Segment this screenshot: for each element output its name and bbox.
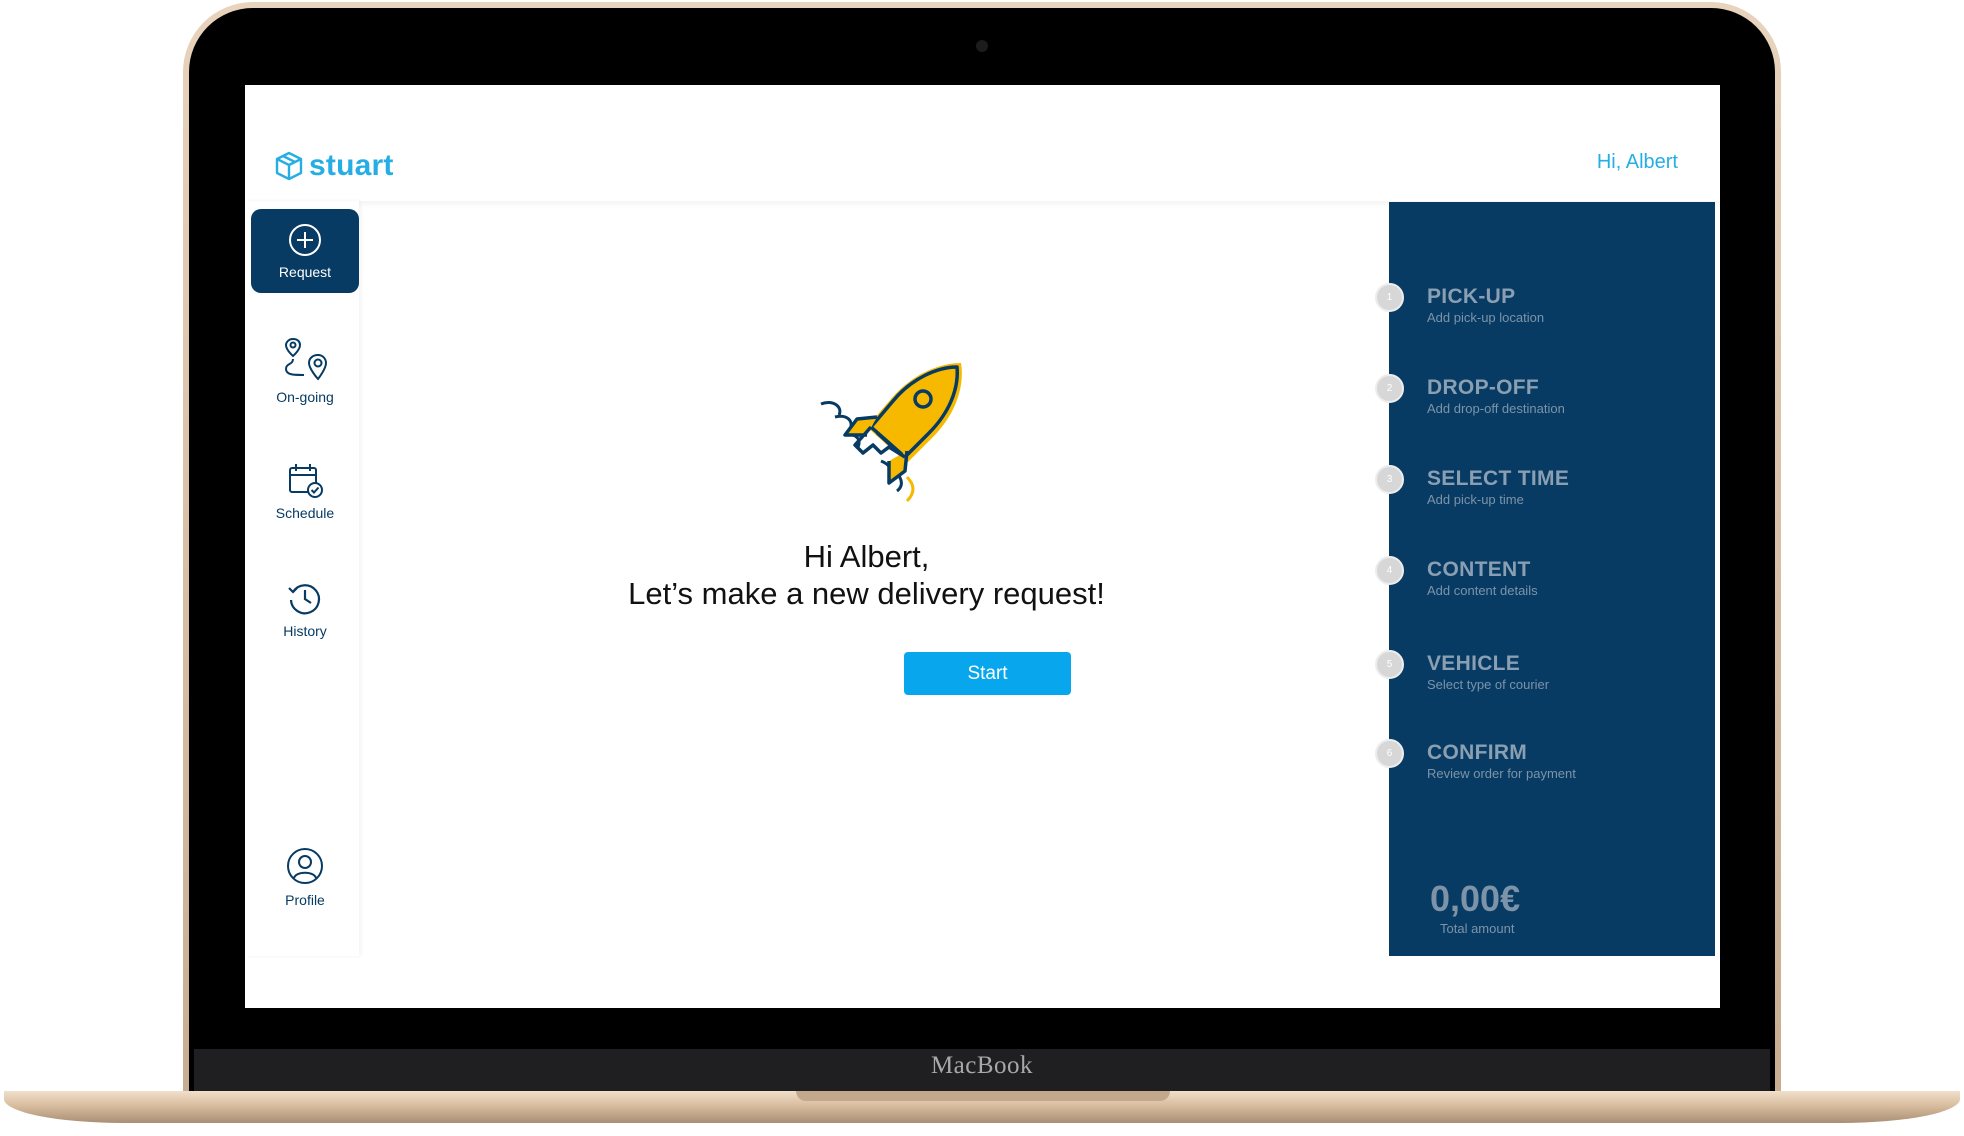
step-number-badge: 3: [1375, 465, 1404, 494]
plus-circle-icon: [289, 224, 321, 256]
brand-name: stuart: [309, 149, 394, 182]
step-subtitle: Add content details: [1427, 583, 1538, 598]
user-profile-icon: [287, 848, 323, 884]
sidebar-item-history[interactable]: History: [251, 567, 359, 651]
step-subtitle: Add drop-off destination: [1427, 401, 1565, 416]
step-number-badge: 5: [1375, 650, 1404, 679]
total-amount-label: Total amount: [1440, 921, 1515, 936]
laptop-notch: [796, 1091, 1170, 1101]
sidebar-item-label: Schedule: [275, 505, 335, 521]
step-number-badge: 2: [1375, 374, 1404, 403]
calendar-check-icon: [289, 464, 323, 498]
device-label: MacBook: [930, 1052, 1034, 1079]
step-number-badge: 1: [1375, 283, 1404, 312]
step-confirm[interactable]: 6 CONFIRM Review order for payment: [1375, 739, 1695, 789]
top-bar: stuart Hi, Albert: [245, 85, 1720, 201]
step-title: CONTENT: [1427, 558, 1531, 581]
box-logo-icon: [275, 151, 303, 181]
step-title: CONFIRM: [1427, 741, 1528, 764]
step-title: SELECT TIME: [1427, 467, 1570, 490]
step-subtitle: Add pick-up location: [1427, 310, 1545, 325]
sidebar: Request On-going Schedule History Profil…: [245, 201, 359, 956]
step-dropoff[interactable]: 2 DROP-OFF Add drop-off destination: [1375, 374, 1695, 424]
step-content[interactable]: 4 CONTENT Add content details: [1375, 556, 1695, 606]
route-pin-icon: [284, 337, 328, 381]
sidebar-item-request[interactable]: Request: [251, 209, 359, 293]
user-greeting[interactable]: Hi, Albert: [1597, 151, 1678, 174]
headline-line-2: Let’s make a new delivery request!: [628, 576, 1105, 611]
start-button[interactable]: Start: [904, 652, 1071, 695]
step-subtitle: Select type of courier: [1427, 677, 1550, 692]
step-title: VEHICLE: [1427, 652, 1521, 675]
step-vehicle[interactable]: 5 VEHICLE Select type of courier: [1375, 650, 1695, 700]
total-amount: 0,00€: [1430, 878, 1521, 919]
rocket-icon: [820, 363, 962, 503]
step-pickup[interactable]: 1 PICK-UP Add pick-up location: [1375, 283, 1695, 333]
headline-line-1: Hi Albert,: [803, 539, 930, 574]
main-content: Hi Albert, Let’s make a new delivery req…: [359, 201, 1384, 956]
step-number-badge: 4: [1375, 556, 1404, 585]
sidebar-item-label: Profile: [285, 892, 325, 908]
brand-logo[interactable]: stuart: [273, 149, 394, 183]
steps-panel: 1 PICK-UP Add pick-up location 2 DROP-OF…: [1375, 202, 1715, 956]
sidebar-item-schedule[interactable]: Schedule: [251, 449, 359, 533]
step-title: DROP-OFF: [1427, 376, 1540, 399]
step-select-time[interactable]: 3 SELECT TIME Add pick-up time: [1375, 465, 1695, 515]
sidebar-item-label: History: [283, 623, 327, 639]
step-title: PICK-UP: [1427, 285, 1516, 308]
step-subtitle: Review order for payment: [1427, 766, 1576, 781]
step-number-badge: 6: [1375, 739, 1404, 768]
camera-icon: [976, 40, 988, 52]
history-clock-icon: [288, 584, 321, 615]
app-screen: stuart Hi, Albert Request On-going Sched…: [245, 85, 1720, 1008]
welcome-headline: Hi Albert, Let’s make a new delivery req…: [359, 538, 1374, 612]
sidebar-item-label: Request: [278, 264, 332, 280]
step-subtitle: Add pick-up time: [1427, 492, 1524, 507]
sidebar-item-label: On-going: [276, 389, 334, 405]
sidebar-item-profile[interactable]: Profile: [251, 835, 359, 919]
sidebar-item-ongoing[interactable]: On-going: [251, 329, 359, 413]
